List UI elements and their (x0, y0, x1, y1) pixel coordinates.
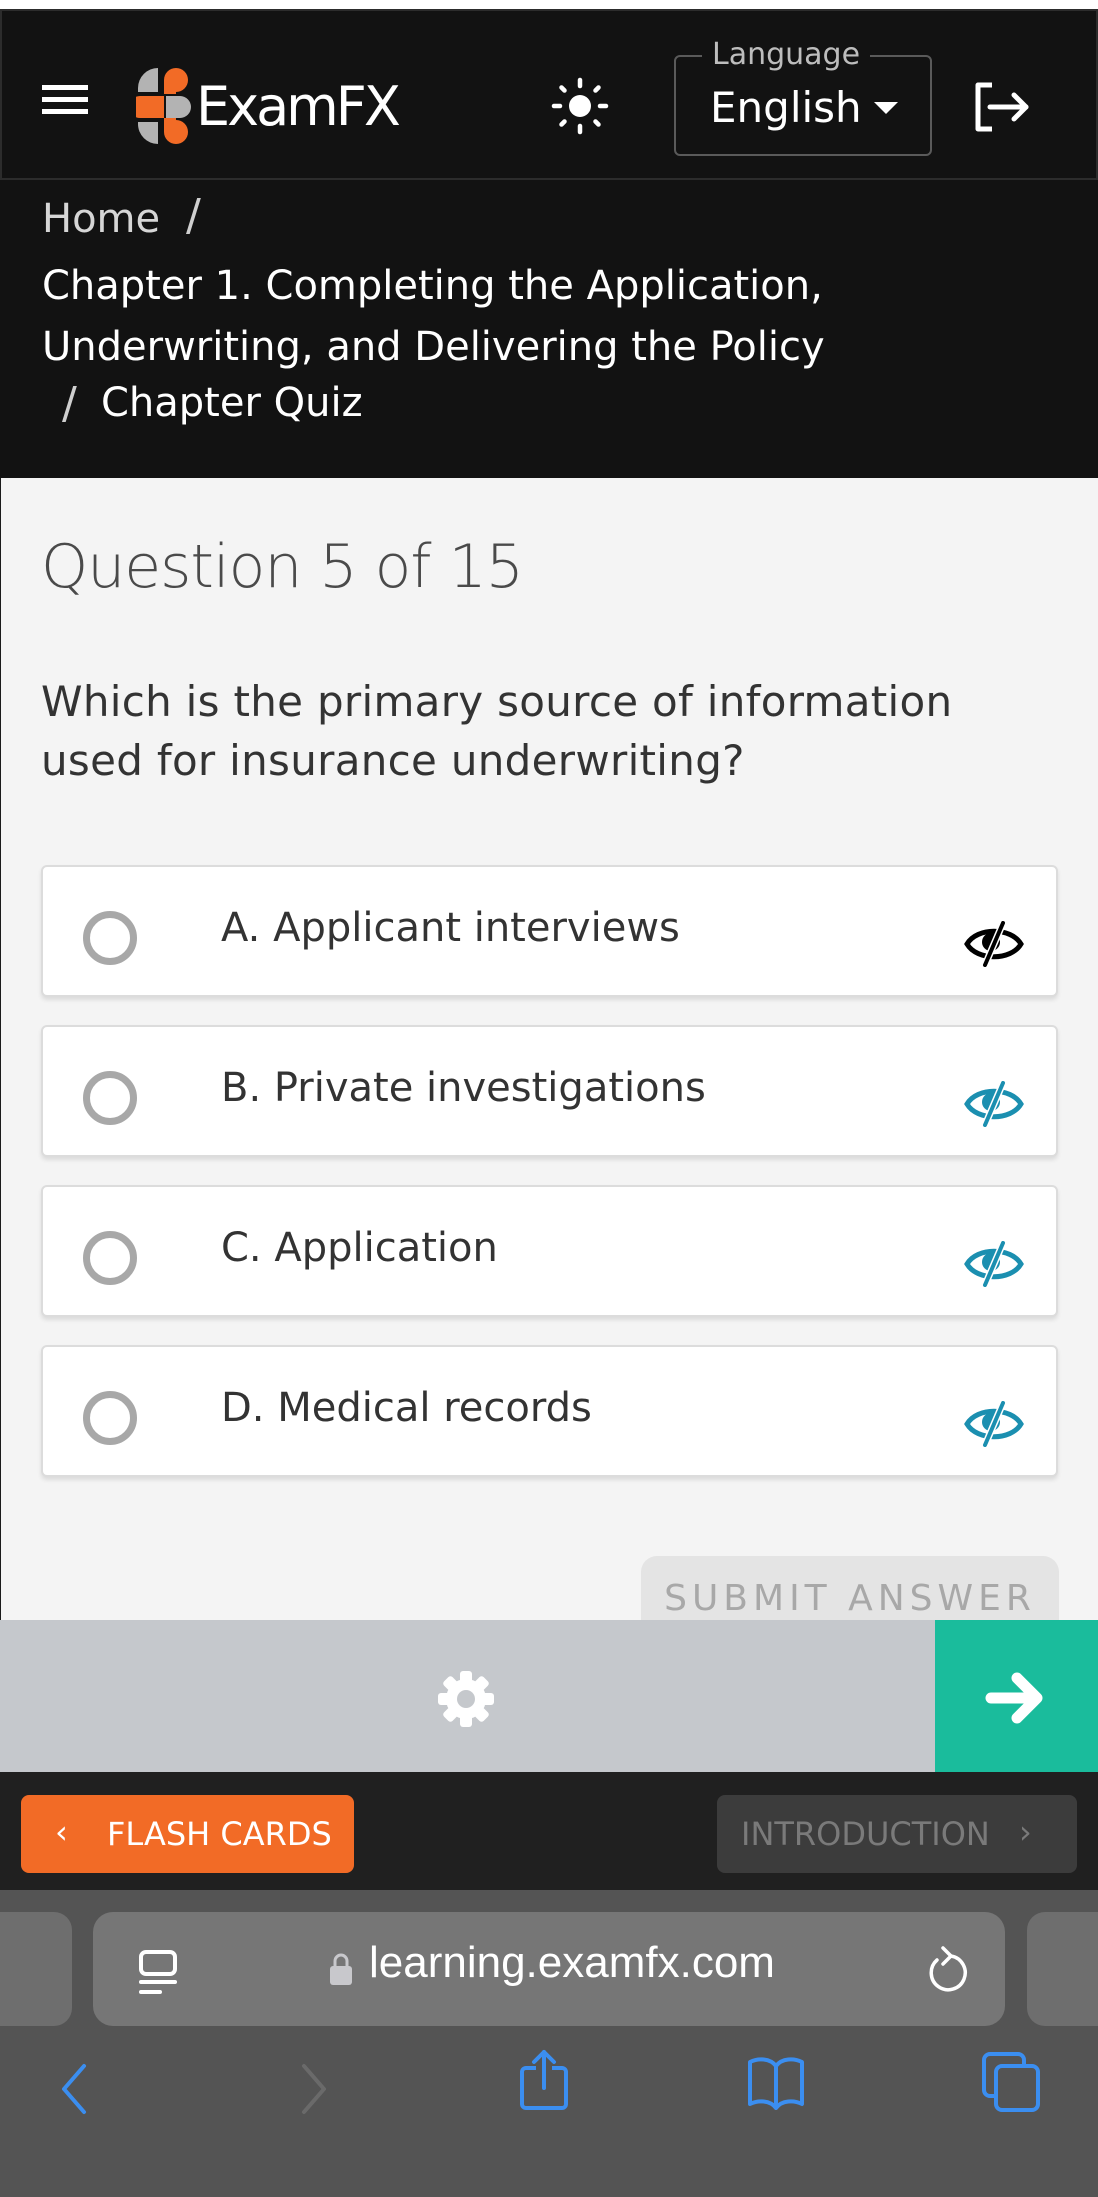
brand-name: ExamFX (196, 74, 401, 138)
reader-icon[interactable] (138, 1949, 178, 1995)
radio-button[interactable] (83, 1071, 137, 1125)
answer-option-b[interactable]: B. Private investigations (41, 1025, 1058, 1157)
breadcrumb-separator: / (62, 378, 77, 429)
logout-icon[interactable] (974, 81, 1034, 133)
language-select[interactable]: Language English (674, 37, 932, 156)
eye-slash-icon[interactable] (963, 1401, 1025, 1447)
share-icon[interactable] (516, 2048, 572, 2112)
option-label: C. Application (221, 1225, 498, 1271)
radio-button[interactable] (83, 1231, 137, 1285)
answer-option-a[interactable]: A. Applicant interviews (41, 865, 1058, 997)
next-question-button[interactable] (935, 1620, 1098, 1772)
menu-button[interactable] (42, 83, 88, 117)
url-text: learning.examfx.com (369, 1938, 775, 1987)
breadcrumb-chapter[interactable]: Chapter 1. Completing the Application, U… (42, 256, 1042, 378)
reload-icon[interactable] (923, 1946, 969, 1996)
forward-icon[interactable] (296, 2062, 330, 2116)
chevron-left-icon: ‹ (55, 1813, 68, 1851)
hamburger-icon (42, 85, 88, 90)
action-bar (0, 1620, 1098, 1772)
option-label: B. Private investigations (221, 1065, 706, 1111)
radio-button[interactable] (83, 1391, 137, 1445)
app-header: ExamFX Language English (0, 9, 1098, 180)
gear-icon[interactable] (435, 1668, 497, 1730)
language-label: Language (702, 37, 871, 72)
flash-cards-button[interactable]: ‹ FLASH CARDS (21, 1795, 354, 1873)
logo[interactable]: ExamFX (136, 66, 401, 146)
lock-icon (330, 1953, 352, 1985)
radio-button[interactable] (83, 911, 137, 965)
introduction-label: INTRODUCTION (741, 1815, 990, 1853)
question-text: Which is the primary source of informati… (41, 677, 953, 785)
status-strip (0, 0, 1098, 9)
sun-icon[interactable] (551, 77, 609, 135)
breadcrumb: Home / Chapter 1. Completing the Applica… (0, 180, 1098, 478)
flash-cards-label: FLASH CARDS (107, 1815, 332, 1853)
eye-slash-icon[interactable] (963, 921, 1025, 967)
option-label: D. Medical records (221, 1385, 592, 1431)
next-tab[interactable] (1027, 1912, 1098, 2026)
answer-option-d[interactable]: D. Medical records (41, 1345, 1058, 1477)
arrow-right-icon (985, 1672, 1043, 1724)
examfx-logo-icon (136, 68, 191, 144)
eye-slash-icon[interactable] (963, 1081, 1025, 1127)
option-label: A. Applicant interviews (221, 905, 680, 951)
breadcrumb-home[interactable]: Home (42, 196, 160, 242)
tabs-icon[interactable] (980, 2050, 1042, 2114)
eye-slash-icon[interactable] (963, 1241, 1025, 1287)
back-icon[interactable] (58, 2062, 92, 2116)
bookmarks-icon[interactable] (744, 2054, 808, 2110)
question-counter: Question 5 of 15 (41, 532, 524, 602)
introduction-button[interactable]: INTRODUCTION › (717, 1795, 1077, 1873)
previous-tab[interactable] (0, 1912, 72, 2026)
language-value: English (710, 83, 862, 132)
chevron-right-icon: › (1019, 1813, 1032, 1851)
caret-down-icon (874, 102, 898, 114)
address-bar[interactable]: learning.examfx.com (93, 1912, 1005, 2026)
browser-chrome: learning.examfx.com (0, 1890, 1098, 2197)
breadcrumb-current: Chapter Quiz (101, 380, 363, 426)
breadcrumb-separator: / (186, 190, 201, 241)
quiz-panel: Question 5 of 15 Which is the primary so… (0, 478, 1098, 1636)
lesson-nav: ‹ FLASH CARDS INTRODUCTION › (0, 1772, 1098, 1890)
answer-option-c[interactable]: C. Application (41, 1185, 1058, 1317)
